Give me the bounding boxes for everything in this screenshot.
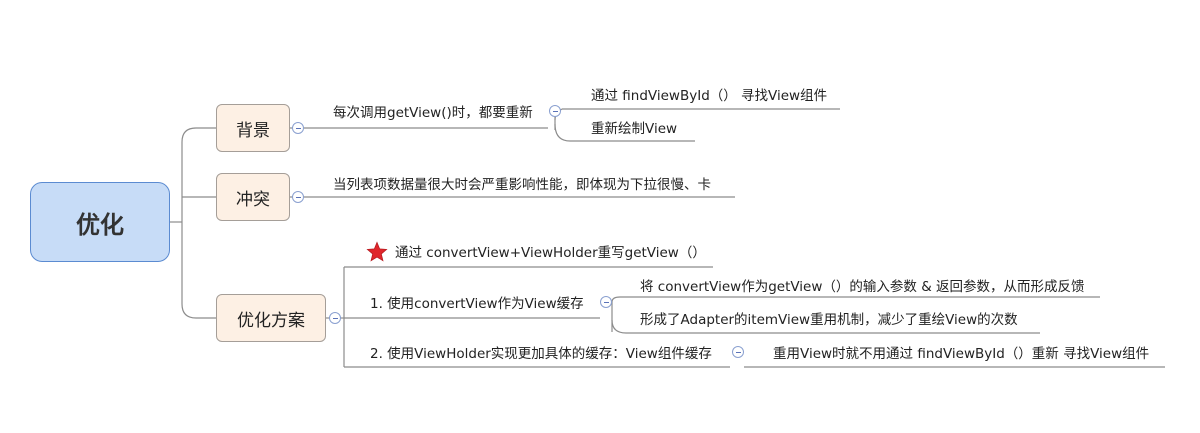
background-child-topic[interactable]: 重新绘制View [591, 121, 677, 137]
connector-lines [170, 108, 1165, 368]
solution-step1-topic[interactable]: 1. 使用convertView作为View缓存 [370, 296, 584, 312]
step1-child-topic[interactable]: 将 convertView作为getView（）的输入参数 & 返回参数，从而形… [640, 279, 1085, 295]
branch-conflict-label: 冲突 [236, 189, 270, 210]
star-icon [366, 241, 388, 262]
branch-background-label: 背景 [236, 120, 270, 141]
solution-step2-topic[interactable]: 2. 使用ViewHolder实现更加具体的缓存：View组件缓存 [370, 346, 712, 362]
root-topic[interactable]: 优化 [30, 182, 170, 262]
solution-summary-topic[interactable]: 通过 convertView+ViewHolder重写getView（） [395, 245, 706, 261]
collapse-toggle-icon[interactable] [549, 105, 561, 117]
collapse-toggle-icon[interactable] [329, 312, 341, 324]
conflict-detail-topic[interactable]: 当列表项数据量很大时会严重影响性能，即体现为下拉很慢、卡 [333, 177, 711, 193]
branch-solution-label: 优化方案 [237, 310, 305, 331]
collapse-toggle-icon[interactable] [600, 296, 612, 308]
branch-solution[interactable]: 优化方案 [216, 294, 326, 342]
step1-child-topic[interactable]: 形成了Adapter的itemView重用机制，减少了重绘View的次数 [640, 312, 1018, 328]
branch-background[interactable]: 背景 [216, 104, 290, 152]
background-detail-topic[interactable]: 每次调用getView()时，都要重新 [333, 105, 533, 121]
collapse-toggle-icon[interactable] [292, 122, 304, 134]
step2-child-topic[interactable]: 重用View时就不用通过 findViewById（）重新 寻找View组件 [773, 346, 1149, 362]
branch-conflict[interactable]: 冲突 [216, 173, 290, 221]
root-topic-label: 优化 [76, 210, 124, 239]
background-child-topic[interactable]: 通过 findViewById（） 寻找View组件 [591, 88, 827, 104]
collapse-toggle-icon[interactable] [292, 191, 304, 203]
collapse-toggle-icon[interactable] [732, 346, 744, 358]
